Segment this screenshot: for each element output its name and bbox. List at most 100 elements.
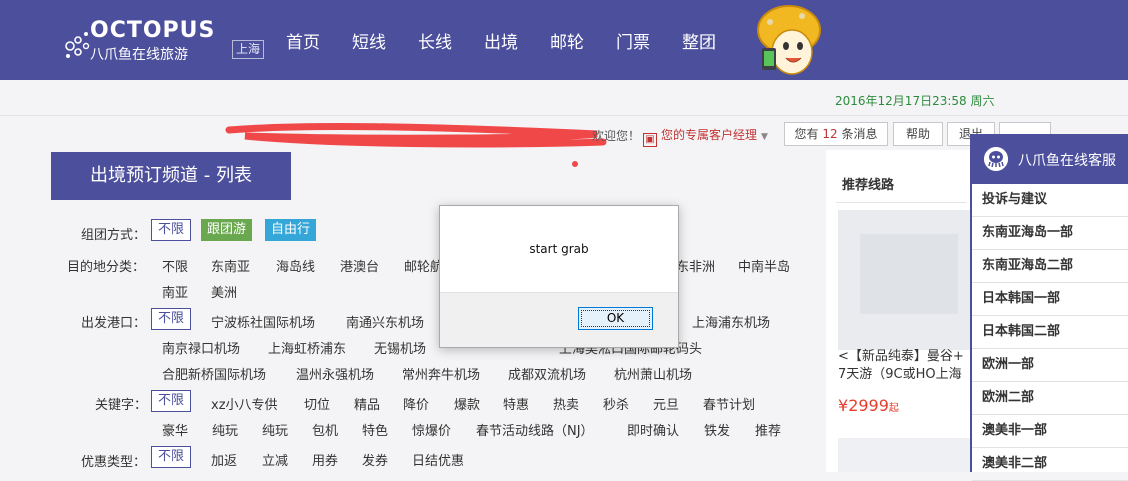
price-value: 2999: [848, 396, 889, 415]
ok-button[interactable]: OK: [578, 307, 653, 330]
port-shanghai-pudong[interactable]: 上海浦东机场: [692, 312, 770, 331]
port-nantong[interactable]: 南通兴东机场: [346, 312, 424, 331]
port-wuxi[interactable]: 无锡机场: [374, 338, 426, 357]
service-item[interactable]: 东南亚海岛一部: [972, 217, 1128, 250]
route-title[interactable]: <【新品纯泰】曼谷+ 7天游（9C或HO上海: [838, 348, 970, 384]
messages-suffix: 条消息: [841, 127, 878, 141]
destination-southeast-asia[interactable]: 东南亚: [211, 256, 250, 275]
service-item[interactable]: 澳美非一部: [972, 415, 1128, 448]
keyword-option[interactable]: 爆款: [454, 394, 480, 413]
discount-option[interactable]: 日结优惠: [412, 450, 464, 469]
discount-option[interactable]: 立减: [262, 450, 288, 469]
port-any[interactable]: 不限: [151, 308, 192, 330]
discount-option[interactable]: 发券: [362, 450, 388, 469]
keyword-any[interactable]: 不限: [151, 390, 192, 412]
keyword-option[interactable]: 元旦: [653, 394, 679, 413]
messages-prefix: 您有: [794, 127, 819, 141]
service-item[interactable]: 日本韩国一部: [972, 283, 1128, 316]
nav-cruise[interactable]: 邮轮: [550, 28, 584, 53]
service-item[interactable]: 日本韩国二部: [972, 316, 1128, 349]
keyword-option[interactable]: 推荐: [755, 420, 781, 439]
keyword-option[interactable]: 秒杀: [603, 394, 629, 413]
keyword-option[interactable]: xz小八专供: [211, 394, 278, 413]
customer-service-title: 八爪鱼在线客服: [1018, 153, 1116, 169]
nav-long-line[interactable]: 长线: [418, 28, 452, 53]
nav-short-line[interactable]: 短线: [352, 28, 386, 53]
port-chengdu[interactable]: 成都双流机场: [508, 364, 586, 383]
group-type-any[interactable]: 不限: [151, 219, 192, 241]
port-nanjing[interactable]: 南京禄口机场: [162, 338, 240, 357]
chevron-down-icon: ▼: [761, 132, 768, 142]
dialog-message: start grab: [529, 242, 589, 256]
service-item-feedback[interactable]: 投诉与建议: [972, 184, 1128, 217]
page-title: 出境预订频道 - 列表: [51, 152, 291, 200]
service-item[interactable]: 欧洲一部: [972, 349, 1128, 382]
logo-chinese-text: 八爪鱼在线旅游: [90, 47, 188, 63]
service-item[interactable]: 澳美非二部: [972, 448, 1128, 481]
service-item[interactable]: 欧洲二部: [972, 382, 1128, 415]
nav-home[interactable]: 首页: [286, 28, 320, 53]
keyword-option[interactable]: 降价: [403, 394, 429, 413]
help-button[interactable]: 帮助: [893, 122, 943, 146]
recommended-routes-panel: 推荐线路 <【新品纯泰】曼谷+ 7天游（9C或HO上海 ¥2999起: [826, 150, 970, 472]
price-suffix: 起: [888, 403, 899, 414]
destination-cruise[interactable]: 邮轮航: [404, 256, 443, 275]
destination-south-asia[interactable]: 南亚: [162, 282, 188, 301]
port-ningbo[interactable]: 宁波栎社国际机场: [211, 312, 315, 331]
keyword-option[interactable]: 豪华: [162, 420, 188, 439]
keyword-option[interactable]: 纯玩: [262, 420, 288, 439]
keyword-option[interactable]: 特惠: [503, 394, 529, 413]
site-logo[interactable]: OCTOPUS 八爪鱼在线旅游: [62, 16, 232, 66]
destination-east-africa[interactable]: 东非洲: [676, 256, 715, 275]
port-hefei[interactable]: 合肥新桥国际机场: [162, 364, 266, 383]
price-symbol: ¥: [838, 396, 849, 415]
group-type-follow[interactable]: 跟团游: [201, 219, 253, 241]
keyword-option[interactable]: 惊爆价: [412, 420, 451, 439]
destination-indochina[interactable]: 中南半岛: [738, 256, 790, 275]
mushroom-mascot-icon: [757, 5, 821, 75]
keyword-option[interactable]: 精品: [354, 394, 380, 413]
destination-americas[interactable]: 美洲: [211, 282, 237, 301]
route-title-line-1: <【新品纯泰】曼谷+: [838, 349, 964, 364]
destination-islands[interactable]: 海岛线: [276, 256, 315, 275]
nav-tickets[interactable]: 门票: [616, 28, 650, 53]
group-type-free[interactable]: 自由行: [265, 219, 317, 241]
port-hangzhou[interactable]: 杭州萧山机场: [614, 364, 692, 383]
messages-button[interactable]: 您有 12 条消息: [784, 122, 888, 146]
keyword-option[interactable]: 包机: [312, 420, 338, 439]
keyword-option[interactable]: 特色: [362, 420, 388, 439]
route-title-line-2: 7天游（9C或HO上海: [838, 367, 962, 382]
port-shanghai-hongqiao[interactable]: 上海虹桥浦东: [268, 338, 346, 357]
destination-any[interactable]: 不限: [162, 256, 188, 275]
keyword-option[interactable]: 即时确认: [627, 420, 679, 439]
departure-port-label: 出发港口：: [81, 316, 147, 331]
keyword-option[interactable]: 热卖: [553, 394, 579, 413]
discount-option[interactable]: 用券: [312, 450, 338, 469]
octopus-avatar-icon: [984, 147, 1008, 171]
keyword-option[interactable]: 铁发: [704, 420, 730, 439]
destination-label: 目的地分类：: [67, 260, 146, 275]
logo-text: OCTOPUS: [90, 18, 216, 43]
route-thumbnail[interactable]: [838, 438, 970, 472]
discount-any[interactable]: 不限: [151, 446, 192, 468]
recommended-routes-title: 推荐线路: [842, 178, 895, 193]
manager-icon: ▣: [643, 133, 657, 147]
destination-hk-macau-tw[interactable]: 港澳台: [340, 256, 379, 275]
port-changzhou[interactable]: 常州奔牛机场: [402, 364, 480, 383]
keyword-option[interactable]: 切位: [304, 394, 330, 413]
keyword-option[interactable]: 春节计划: [703, 394, 755, 413]
nav-outbound[interactable]: 出境: [484, 28, 518, 53]
keyword-option[interactable]: 春节活动线路（NJ）: [476, 420, 594, 439]
group-type-label: 组团方式：: [81, 228, 147, 243]
account-manager-link[interactable]: ▣ 您的专属客户经理 ▼: [643, 126, 768, 147]
discount-option[interactable]: 加返: [211, 450, 237, 469]
dialog-footer: OK: [440, 292, 678, 347]
nav-group-tour[interactable]: 整团: [682, 28, 716, 53]
messages-count: 12: [822, 127, 838, 141]
port-wenzhou[interactable]: 温州永强机场: [296, 364, 374, 383]
route-thumbnail[interactable]: [838, 210, 970, 350]
city-selector[interactable]: 上海: [232, 40, 265, 59]
service-item[interactable]: 东南亚海岛二部: [972, 250, 1128, 283]
customer-service-header[interactable]: 八爪鱼在线客服: [972, 134, 1128, 184]
keyword-option[interactable]: 纯玩: [212, 420, 238, 439]
